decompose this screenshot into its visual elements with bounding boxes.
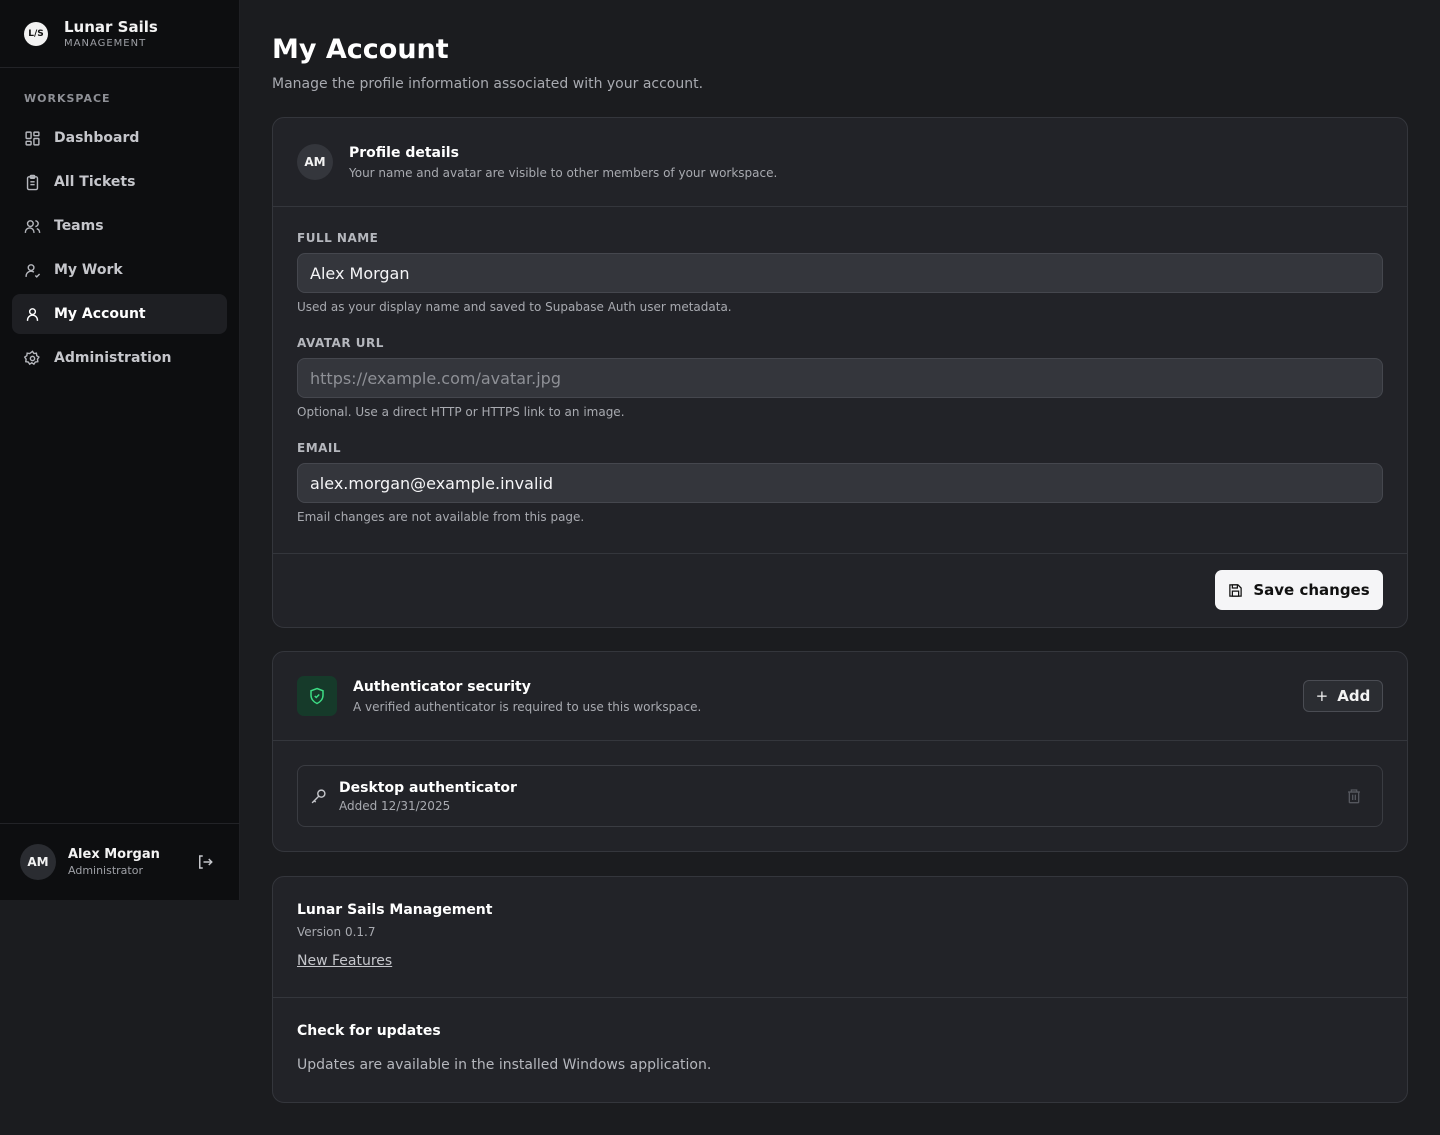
sidebar-item-label: All Tickets — [54, 174, 136, 190]
add-authenticator-button[interactable]: + Add — [1303, 680, 1383, 712]
profile-title: Profile details — [349, 144, 459, 161]
gear-icon — [24, 349, 40, 365]
security-card: Authenticator security A verified authen… — [272, 651, 1408, 852]
users-icon — [24, 219, 41, 233]
app-name: Lunar Sails Management — [297, 902, 493, 918]
avatar: AM — [20, 844, 56, 880]
sidebar-item-dashboard[interactable]: Dashboard — [12, 118, 227, 158]
page-title: My Account — [272, 34, 449, 65]
divider — [273, 553, 1407, 554]
email-label: EMAIL — [297, 441, 342, 455]
sidebar-item-label: Teams — [54, 218, 104, 234]
brand-subtitle: MANAGEMENT — [64, 38, 147, 49]
shield-badge — [297, 676, 337, 716]
authenticator-date: Added 12/31/2025 — [339, 798, 451, 813]
security-title: Authenticator security — [353, 678, 531, 695]
updates-text: Updates are available in the installed W… — [297, 1057, 712, 1073]
save-button-label: Save changes — [1253, 581, 1370, 599]
profile-description: Your name and avatar are visible to othe… — [349, 165, 778, 180]
new-features-link[interactable]: New Features — [297, 953, 392, 969]
sidebar-user: AM Alex Morgan Administrator — [0, 823, 240, 900]
brand[interactable]: L/S Lunar Sails MANAGEMENT — [0, 0, 239, 68]
sidebar-item-my-account[interactable]: My Account — [12, 294, 227, 334]
sidebar-item-label: Administration — [54, 350, 172, 366]
add-button-label: Add — [1337, 687, 1371, 705]
avatar-url-group: AVATAR URL Optional. Use a direct HTTP o… — [297, 336, 1383, 419]
sidebar-item-label: My Work — [54, 262, 123, 278]
user-icon — [26, 307, 39, 321]
key-icon — [311, 788, 326, 803]
email-help: Email changes are not available from thi… — [297, 510, 585, 524]
email-field[interactable] — [297, 463, 1383, 503]
sidebar-item-all-tickets[interactable]: All Tickets — [12, 162, 227, 202]
updates-title: Check for updates — [297, 1023, 441, 1039]
sidebar-section-label: WORKSPACE — [24, 92, 111, 105]
full-name-help: Used as your display name and saved to S… — [297, 300, 732, 314]
full-name-label: FULL NAME — [297, 231, 379, 245]
avatar-url-input[interactable] — [297, 358, 1383, 398]
sidebar-item-label: My Account — [54, 306, 146, 322]
save-button[interactable]: Save changes — [1215, 570, 1383, 610]
brand-logo: L/S — [24, 21, 48, 46]
plus-icon: + — [1315, 687, 1329, 705]
security-description: A verified authenticator is required to … — [353, 699, 702, 714]
full-name-input[interactable] — [297, 253, 1383, 293]
page-subtitle: Manage the profile information associate… — [272, 76, 704, 92]
email-group: EMAIL Email changes are not available fr… — [297, 441, 1383, 524]
list-item: Desktop authenticator Added 12/31/2025 — [297, 765, 1383, 827]
user-name: Alex Morgan — [68, 847, 160, 862]
authenticator-name: Desktop authenticator — [339, 779, 517, 796]
sidebar-item-label: Dashboard — [54, 130, 140, 146]
sidebar-item-my-work[interactable]: My Work — [12, 250, 227, 290]
sidebar-nav: Dashboard All Tickets Teams My Work My A… — [0, 118, 239, 378]
user-role: Administrator — [68, 864, 143, 877]
avatar-url-help: Optional. Use a direct HTTP or HTTPS lin… — [297, 405, 625, 419]
shield-check-icon — [310, 687, 324, 705]
divider — [273, 740, 1407, 741]
save-icon — [1229, 583, 1243, 597]
main-content: My Account Manage the profile informatio… — [272, 0, 1408, 1103]
full-name-group: FULL NAME Used as your display name and … — [297, 231, 1383, 314]
sidebar-item-teams[interactable]: Teams — [12, 206, 227, 246]
app-version: Version 0.1.7 — [297, 925, 376, 939]
brand-name: Lunar Sails — [64, 18, 158, 36]
trash-icon[interactable] — [1346, 787, 1362, 805]
sidebar: L/S Lunar Sails MANAGEMENT WORKSPACE Das… — [0, 0, 240, 900]
logout-icon[interactable] — [196, 853, 214, 871]
grid-icon — [25, 130, 40, 146]
app-info-card: Lunar Sails Management Version 0.1.7 New… — [272, 876, 1408, 1103]
avatar-url-label: AVATAR URL — [297, 336, 384, 350]
profile-avatar: AM — [297, 144, 333, 180]
clipboard-icon — [26, 174, 39, 190]
sidebar-item-administration[interactable]: Administration — [12, 338, 227, 378]
profile-card: AM Profile details Your name and avatar … — [272, 117, 1408, 628]
user-check-icon — [25, 263, 41, 278]
